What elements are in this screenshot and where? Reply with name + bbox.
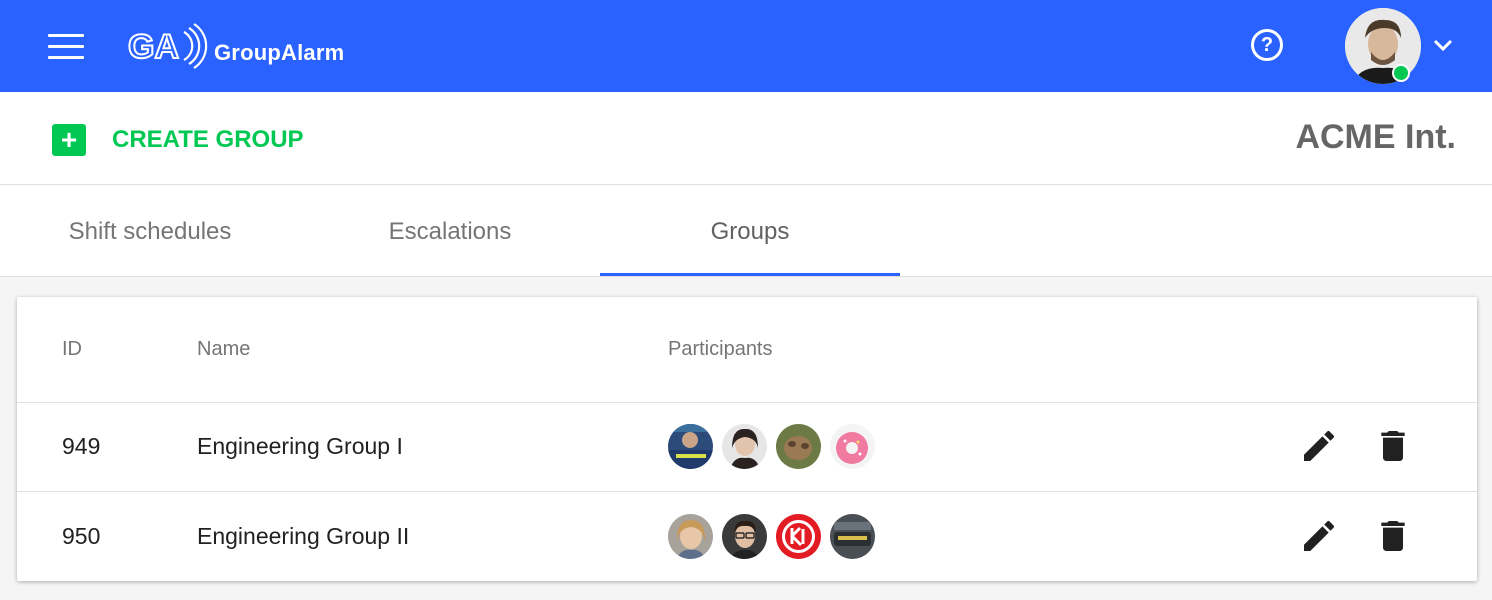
participant-avatar[interactable] — [776, 514, 821, 559]
edit-icon[interactable] — [1299, 516, 1339, 556]
organization-name: ACME Int. — [1295, 118, 1456, 156]
online-status-indicator — [1392, 64, 1410, 82]
brand-name: GroupAlarm — [214, 40, 345, 65]
create-group-button[interactable]: + CREATE GROUP — [52, 124, 304, 156]
top-app-bar: GA GroupAlarm ? — [0, 0, 1492, 92]
column-header-name[interactable]: Name — [197, 297, 250, 402]
table-row[interactable]: 950 Engineering Group II — [17, 492, 1477, 581]
delete-icon[interactable] — [1373, 516, 1413, 556]
tab-shift-schedules[interactable]: Shift schedules — [0, 185, 300, 276]
group-id: 949 — [62, 433, 101, 459]
action-bar: + CREATE GROUP ACME Int. — [0, 92, 1492, 185]
group-id: 950 — [62, 523, 101, 549]
create-group-label: CREATE GROUP — [112, 126, 304, 153]
table-row[interactable]: 949 Engineering Group I — [17, 402, 1477, 492]
help-icon[interactable]: ? — [1251, 29, 1283, 61]
participant-avatar[interactable] — [668, 424, 713, 469]
column-header-id[interactable]: ID — [62, 297, 82, 402]
svg-text:GA: GA — [128, 28, 179, 66]
participant-avatar[interactable] — [830, 424, 875, 469]
menu-icon[interactable] — [48, 34, 84, 60]
tab-bar: Shift schedules Escalations Groups — [0, 185, 1492, 277]
participant-avatar[interactable] — [776, 424, 821, 469]
group-name: Engineering Group I — [197, 433, 403, 459]
edit-icon[interactable] — [1299, 426, 1339, 466]
groupalarm-logo[interactable]: GA GroupAlarm — [128, 20, 344, 72]
table-header: ID Name Participants — [17, 297, 1477, 403]
participant-avatar[interactable] — [722, 424, 767, 469]
participant-avatar[interactable] — [668, 514, 713, 559]
group-name: Engineering Group II — [197, 523, 410, 549]
delete-icon[interactable] — [1373, 426, 1413, 466]
tab-groups[interactable]: Groups — [600, 185, 900, 276]
participant-avatar[interactable] — [722, 514, 767, 559]
column-header-participants: Participants — [668, 338, 773, 360]
chevron-down-icon[interactable] — [1432, 36, 1454, 54]
participant-avatar[interactable] — [830, 514, 875, 559]
tab-escalations[interactable]: Escalations — [300, 185, 600, 276]
add-icon: + — [52, 124, 86, 156]
participants-list — [668, 492, 875, 581]
groups-table: ID Name Participants 949 Engineering Gro… — [17, 297, 1477, 581]
participants-list — [668, 402, 875, 491]
logo-mark-icon: GA — [128, 23, 208, 69]
